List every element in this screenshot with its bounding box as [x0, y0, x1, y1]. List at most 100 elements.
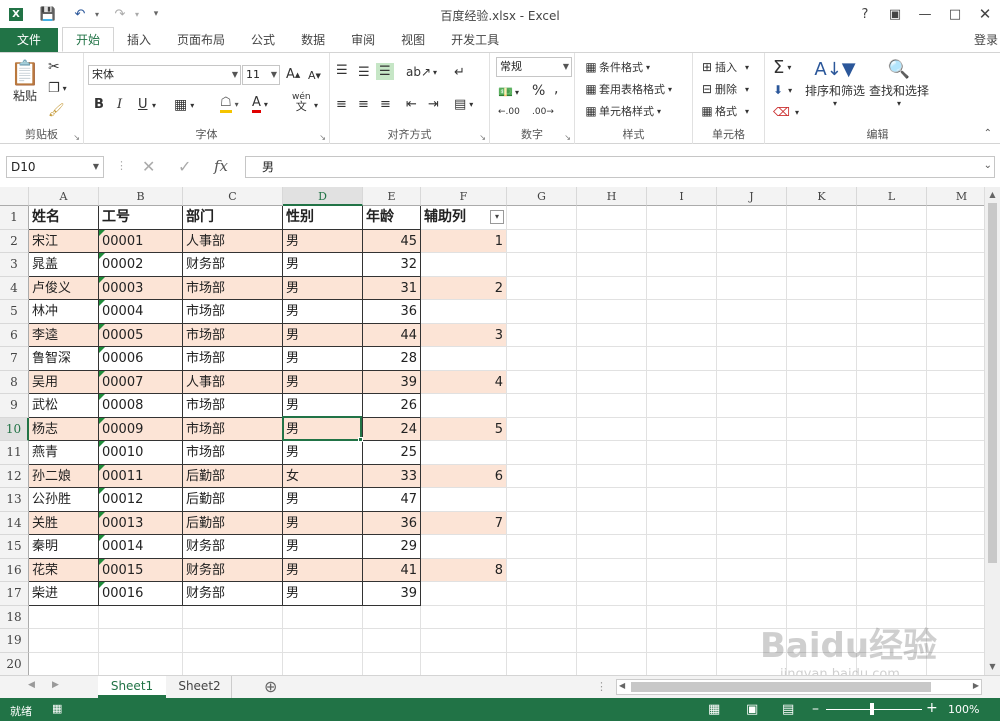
helper-cell[interactable]: 5 — [421, 417, 507, 441]
empty-cell[interactable] — [647, 535, 717, 559]
empty-cell[interactable] — [717, 417, 787, 441]
clear-icon[interactable]: ⌫ ▾ — [773, 105, 799, 119]
column-header[interactable]: H — [577, 187, 647, 206]
font-size-combo[interactable]: 11 ▼ — [242, 65, 280, 85]
row-header[interactable]: 8 — [0, 370, 29, 394]
empty-cell[interactable] — [787, 276, 857, 300]
table-cell[interactable]: 市场部 — [183, 276, 283, 300]
table-cell[interactable]: 39 — [363, 582, 421, 606]
row-header[interactable]: 17 — [0, 582, 29, 606]
empty-cell[interactable] — [99, 652, 183, 675]
empty-cell[interactable] — [647, 417, 717, 441]
empty-cell[interactable] — [647, 370, 717, 394]
empty-cell[interactable] — [507, 253, 577, 277]
zoom-slider[interactable] — [826, 709, 922, 710]
tab-file[interactable]: 文件 — [0, 28, 58, 52]
empty-cell[interactable] — [507, 488, 577, 512]
column-header[interactable]: J — [717, 187, 787, 206]
empty-cell[interactable] — [363, 652, 421, 675]
row-header[interactable]: 9 — [0, 394, 29, 418]
helper-cell[interactable]: 7 — [421, 511, 507, 535]
table-cell[interactable]: 花荣 — [29, 558, 99, 582]
add-sheet-icon[interactable]: ⊕ — [264, 677, 277, 696]
empty-cell[interactable] — [647, 394, 717, 418]
fill-icon[interactable]: ⬇ ▾ — [773, 83, 792, 97]
table-cell[interactable]: 宋江 — [29, 229, 99, 253]
split-handle-icon[interactable]: ⋮ — [596, 680, 607, 693]
empty-cell[interactable] — [717, 323, 787, 347]
table-cell[interactable]: 00007 — [99, 370, 183, 394]
formula-input[interactable]: 男 — [245, 156, 995, 178]
table-cell[interactable]: 00004 — [99, 300, 183, 324]
row-header[interactable]: 13 — [0, 488, 29, 512]
empty-cell[interactable] — [507, 441, 577, 465]
table-cell[interactable]: 关胜 — [29, 511, 99, 535]
table-cell[interactable]: 00003 — [99, 276, 183, 300]
empty-cell[interactable] — [787, 206, 857, 230]
table-header-cell[interactable]: 辅助列 ▾ — [421, 206, 507, 230]
helper-cell[interactable]: 8 — [421, 558, 507, 582]
tab-view[interactable]: 视图 — [388, 28, 438, 52]
cancel-entry-icon[interactable]: ✕ — [142, 157, 155, 176]
empty-cell[interactable] — [577, 206, 647, 230]
format-painter-icon[interactable]: 🖌 — [48, 103, 65, 118]
empty-cell[interactable] — [507, 605, 577, 629]
page-break-view-icon[interactable]: ▤ — [782, 702, 794, 717]
empty-cell[interactable] — [577, 229, 647, 253]
table-cell[interactable]: 林冲 — [29, 300, 99, 324]
bold-button[interactable]: B — [94, 97, 104, 112]
empty-cell[interactable] — [183, 652, 283, 675]
fill-handle[interactable] — [358, 437, 363, 442]
empty-cell[interactable] — [507, 629, 577, 653]
empty-cell[interactable] — [857, 582, 927, 606]
font-launcher-icon[interactable]: ↘ — [319, 133, 326, 142]
helper-cell[interactable]: 6 — [421, 464, 507, 488]
empty-cell[interactable] — [717, 441, 787, 465]
empty-cell[interactable] — [421, 652, 507, 675]
row-header[interactable]: 15 — [0, 535, 29, 559]
table-cell[interactable]: 吴用 — [29, 370, 99, 394]
empty-cell[interactable] — [717, 488, 787, 512]
empty-cell[interactable] — [717, 629, 787, 653]
tab-formulas[interactable]: 公式 — [238, 28, 288, 52]
insert-function-button[interactable]: fx — [214, 157, 228, 175]
scroll-down-icon[interactable]: ▼ — [985, 659, 1000, 675]
filter-dropdown-icon[interactable]: ▾ — [490, 210, 504, 224]
empty-cell[interactable] — [787, 394, 857, 418]
empty-cell[interactable] — [577, 488, 647, 512]
alignment-launcher-icon[interactable]: ↘ — [479, 133, 486, 142]
tab-insert[interactable]: 插入 — [114, 28, 164, 52]
table-cell[interactable]: 晁盖 — [29, 253, 99, 277]
ribbon-display-icon[interactable]: ▣ — [880, 0, 910, 28]
table-cell[interactable]: 男 — [283, 253, 363, 277]
table-cell[interactable]: 燕青 — [29, 441, 99, 465]
decrease-indent-icon[interactable]: ⇤ — [406, 97, 417, 112]
login-link[interactable]: 登录 — [974, 31, 998, 48]
empty-cell[interactable] — [647, 511, 717, 535]
align-center-icon[interactable]: ≡ — [358, 97, 369, 112]
decrease-decimal-icon[interactable]: .00→ — [532, 107, 554, 117]
table-cell[interactable]: 财务部 — [183, 558, 283, 582]
table-cell[interactable]: 市场部 — [183, 347, 283, 371]
increase-indent-icon[interactable]: ⇥ — [428, 97, 439, 112]
empty-cell[interactable] — [507, 582, 577, 606]
empty-cell[interactable] — [717, 300, 787, 324]
formula-bar-options-icon[interactable]: ⋮ — [116, 159, 127, 172]
helper-cell[interactable] — [421, 441, 507, 465]
empty-cell[interactable] — [787, 488, 857, 512]
empty-cell[interactable] — [507, 511, 577, 535]
helper-cell[interactable] — [421, 582, 507, 606]
empty-cell[interactable] — [787, 605, 857, 629]
vertical-scroll-thumb[interactable] — [988, 203, 997, 563]
empty-cell[interactable] — [507, 347, 577, 371]
confirm-entry-icon[interactable]: ✓ — [178, 157, 191, 176]
empty-cell[interactable] — [507, 558, 577, 582]
table-cell[interactable]: 后勤部 — [183, 464, 283, 488]
table-cell[interactable]: 市场部 — [183, 323, 283, 347]
table-cell[interactable]: 32 — [363, 253, 421, 277]
empty-cell[interactable] — [507, 535, 577, 559]
empty-cell[interactable] — [577, 441, 647, 465]
row-header[interactable]: 10 — [0, 417, 29, 441]
empty-cell[interactable] — [787, 441, 857, 465]
empty-cell[interactable] — [647, 229, 717, 253]
